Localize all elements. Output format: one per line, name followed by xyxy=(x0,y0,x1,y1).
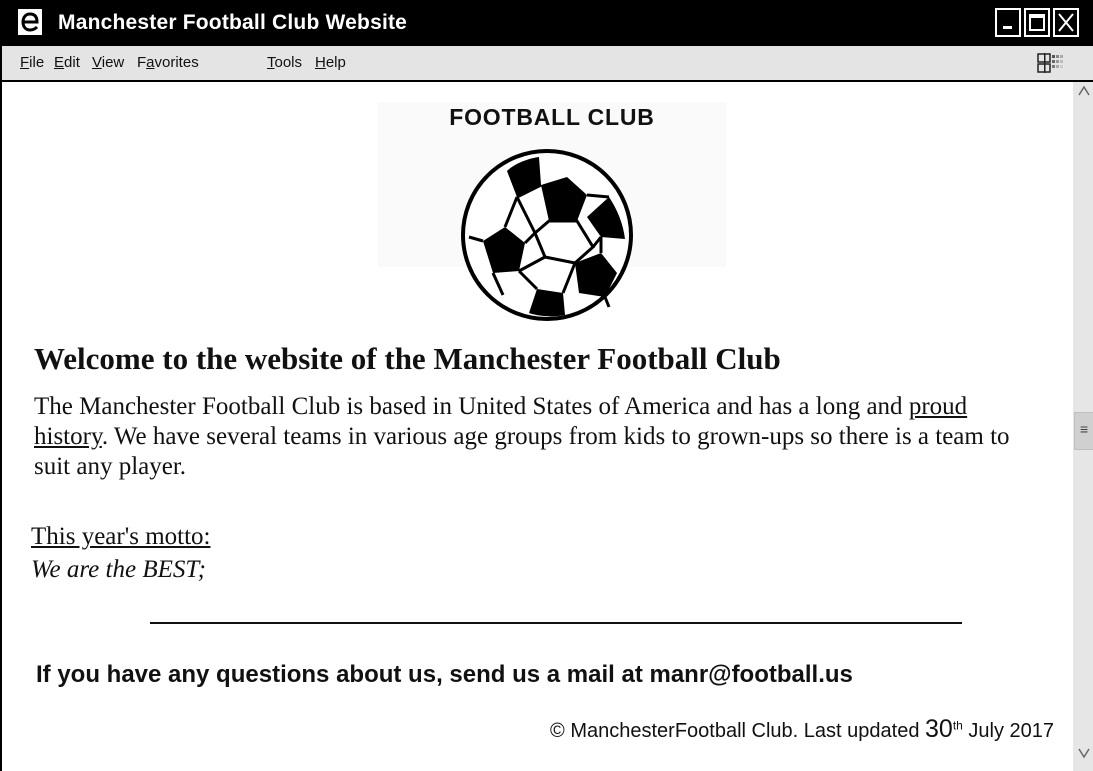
footer-prefix: © ManchesterFootball Club. Last updated xyxy=(550,720,925,742)
menu-file[interactable]: File xyxy=(20,54,44,71)
horizontal-divider xyxy=(150,622,962,624)
footer-day-suffix: th xyxy=(952,718,963,733)
menu-help[interactable]: Help xyxy=(315,54,346,71)
page-content: FOOTBALL CLUB Welcome to the website of … xyxy=(4,82,1073,771)
menu-edit[interactable]: Edit xyxy=(54,54,80,71)
scroll-thumb[interactable]: ≡ xyxy=(1074,412,1093,450)
menu-view[interactable]: View xyxy=(92,54,124,71)
maximize-icon[interactable] xyxy=(1024,8,1050,37)
footer-suffix: July 2017 xyxy=(962,720,1054,742)
footer-text: © ManchesterFootball Club. Last updated … xyxy=(550,715,1054,744)
intro-paragraph: The Manchester Football Club is based in… xyxy=(34,392,1039,482)
intro-text-end: . We have several teams in various age g… xyxy=(34,423,1010,480)
windows-logo-icon xyxy=(1037,52,1067,79)
close-icon[interactable] xyxy=(1053,8,1079,37)
logo-title: FOOTBALL CLUB xyxy=(449,104,655,130)
browser-window: Manchester Football Club Website File Ed… xyxy=(0,0,1093,771)
scroll-up-arrow-icon[interactable] xyxy=(1077,84,1091,103)
ie-icon[interactable] xyxy=(18,9,42,35)
title-bar[interactable]: Manchester Football Club Website xyxy=(2,0,1093,46)
vertical-scrollbar[interactable]: ≡ xyxy=(1073,82,1093,771)
menu-favorites[interactable]: Favorites xyxy=(137,54,199,71)
contact-text: If you have any questions about us, send… xyxy=(36,661,853,688)
window-title: Manchester Football Club Website xyxy=(58,11,408,34)
motto-label: This year's motto: xyxy=(31,523,211,550)
thumb-grip-icon: ≡ xyxy=(1080,421,1089,437)
minimize-icon[interactable] xyxy=(995,8,1021,37)
menu-tools[interactable]: Tools xyxy=(267,54,302,71)
motto-text: We are the BEST; xyxy=(31,556,206,583)
scroll-down-arrow-icon[interactable] xyxy=(1077,746,1091,765)
soccer-ball-icon xyxy=(459,147,635,328)
intro-text-start: The Manchester Football Club is based in… xyxy=(34,393,909,420)
page-heading: Welcome to the website of the Manchester… xyxy=(34,341,781,376)
menu-bar: File Edit View Favorites Tools Help xyxy=(2,46,1093,82)
footer-day: 30 xyxy=(925,715,953,743)
